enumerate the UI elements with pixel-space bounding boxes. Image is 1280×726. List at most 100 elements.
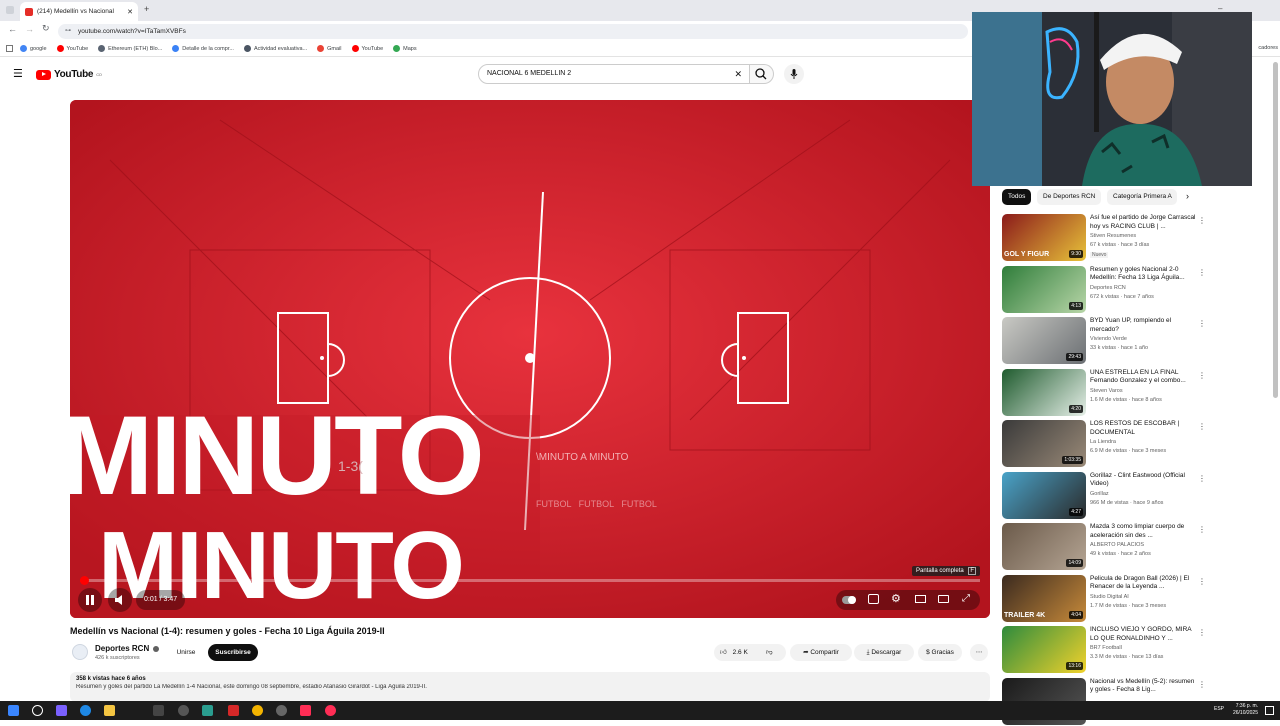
recommendation-item[interactable]: 4:13 Resumen y goles Nacional 2-0 Medellí… [1002,265,1207,314]
youtube-logo[interactable]: YouTube CO [36,69,102,80]
url-field[interactable]: ⊶ youtube.com/watch?v=ITaTamXVBFs [58,24,968,39]
bookmark-item[interactable]: YouTube [351,45,383,52]
recommendation-title[interactable]: Resumen y goles Nacional 2-0 Medellín: F… [1090,266,1198,283]
recommendation-item[interactable]: TRAILER 4K 4:04 Pelicula de Dragon Ball (2… [1002,574,1207,623]
search-button[interactable] [750,64,774,84]
photos-icon[interactable] [202,705,213,716]
miniplayer-icon[interactable] [915,595,926,603]
share-button[interactable]: ➦ Compartir [790,644,852,661]
channel-avatar[interactable] [72,644,88,660]
menu-icon[interactable]: ☰ [13,67,23,80]
video-player[interactable]: MINUTO MINUTO \MINUTO A MINUTO FUTBOL FU… [70,100,990,618]
recommendation-title[interactable]: BYD Yuan UP, rompiendo el mercado? [1090,317,1198,334]
recommendation-channel[interactable]: Gorillaz [1090,491,1109,497]
more-vertical-icon[interactable]: ⋮ [1198,680,1206,689]
recommendation-item[interactable]: 1:03:35 LOS RESTOS DE ESCOBAR | DOCUMENTA… [1002,420,1207,468]
more-vertical-icon[interactable]: ⋮ [1198,422,1206,431]
autoplay-toggle[interactable] [842,596,856,604]
bookmark-item[interactable]: Gmail [317,45,342,52]
more-vertical-icon[interactable]: ⋮ [1198,474,1206,483]
bookmark-item[interactable]: google [20,45,47,52]
more-vertical-icon[interactable]: ⋮ [1198,577,1206,586]
recommendation-item[interactable]: 4:27 Gorillaz - Clint Eastwood (Official … [1002,471,1207,520]
mute-button[interactable] [108,588,132,612]
tiktok-studio-icon[interactable] [300,705,311,716]
recommendation-channel[interactable]: Viviendo Verde [1090,336,1127,342]
recommendation-channel[interactable]: Studio Digital AI [1090,594,1129,600]
chip-deportes-rcn[interactable]: De Deportes RCN [1037,189,1102,205]
more-vertical-icon[interactable]: ⋮ [1198,319,1206,328]
recommendation-channel[interactable]: ALBERTO PALACIOS [1090,542,1144,548]
video-thumbnail[interactable]: 4:13 [1002,265,1086,313]
system-clock[interactable]: 7:36 p. m. 26/10/2025 [1233,703,1258,717]
video-thumbnail[interactable]: TRAILER 4K 4:04 [1002,574,1086,622]
language-indicator[interactable]: ESP [1214,706,1224,712]
bookmark-item[interactable]: Ethereum (ETH) Blo... [98,45,162,52]
video-thumbnail[interactable]: 29:43 [1002,317,1086,364]
recommendation-channel[interactable]: La Liendra [1090,439,1116,445]
bookmark-item[interactable]: Detalle de la compr... [172,45,234,52]
channel-name-row[interactable]: Deportes RCN [95,644,160,653]
voice-search-button[interactable] [784,64,804,84]
video-thumbnail[interactable]: 1:03:35 [1002,420,1086,467]
recommendation-channel[interactable]: BR7 Football [1090,645,1122,651]
page-scrollbar[interactable] [1273,62,1278,398]
recommendation-item[interactable]: 29:43 BYD Yuan UP, rompiendo el mercado? V… [1002,317,1207,365]
clear-search-icon[interactable]: ✕ [734,65,742,83]
recommendation-title[interactable]: Mazda 3 como limpiar cuerpo de aceleraci… [1090,523,1198,540]
recommendation-title[interactable]: LOS RESTOS DE ESCOBAR | DOCUMENTAL [1090,420,1198,437]
more-vertical-icon[interactable]: ⋮ [1198,371,1206,380]
calculator-icon[interactable] [153,705,164,716]
thanks-button[interactable]: $ Gracias [918,644,962,661]
search-taskbar-icon[interactable] [32,705,43,716]
cast-icon[interactable] [938,595,949,603]
recommendation-item[interactable]: GOL Y FIGUR 9:30 Así fue el partido de Jor… [1002,214,1207,262]
bookmark-item[interactable]: YouTube [56,45,88,52]
chip-categoria-primera[interactable]: Categoría Primera A [1107,189,1177,205]
forward-icon[interactable]: → [25,24,34,34]
video-thumbnail[interactable]: 14:09 [1002,523,1086,570]
recommendation-channel[interactable]: Stiven Resumenes [1090,233,1136,239]
bookmark-item[interactable]: Maps [393,45,417,52]
recommendation-channel[interactable]: Deportes RCN [1090,285,1126,291]
like-button[interactable]: 👍︎ 2.6 K [720,649,748,656]
more-vertical-icon[interactable]: ⋮ [1198,216,1206,225]
obs-icon[interactable] [276,705,287,716]
tab-list-icon[interactable] [6,6,14,14]
recommendation-item[interactable]: 4:20 UNA ESTRELLA EN LA FINAL Fernando Go… [1002,368,1207,417]
bookmark-item[interactable]: Actividad evaluativa... [243,45,307,52]
subscribe-button[interactable]: Suscribirse [208,644,258,661]
more-vertical-icon[interactable]: ⋮ [1198,628,1206,637]
video-thumbnail[interactable]: 4:20 [1002,368,1086,416]
edge-icon[interactable] [80,705,91,716]
site-info-icon[interactable]: ⊶ [65,24,71,39]
recommendation-title[interactable]: Nacional vs Medellín (5-2): resumen y go… [1090,678,1198,695]
thumbs-down-icon[interactable]: 👎︎ [766,644,773,661]
reload-icon[interactable]: ↻ [42,23,50,34]
fullscreen-icon[interactable]: ⤢ [962,593,970,604]
app-red-icon[interactable] [228,705,239,716]
chip-all[interactable]: Todos [1002,189,1032,205]
copilot-icon[interactable] [56,705,67,716]
search-input[interactable]: NACIONAL 6 MEDELLIN 2 ✕ [478,64,750,84]
recommendation-title[interactable]: Pelicula de Dragon Ball (2026) | El Rena… [1090,575,1198,592]
recommendation-title[interactable]: Gorillaz - Clint Eastwood (Official Vide… [1090,472,1198,489]
notifications-icon[interactable] [1265,706,1274,715]
recommendation-title[interactable]: INCLUSO VIEJO Y GORDO, MIRA LO QUE RONAL… [1090,626,1198,643]
bookmarks-overflow-label[interactable]: cadores [1258,45,1278,51]
recommendation-channel[interactable]: Steven Varos [1090,388,1123,394]
apps-icon[interactable] [6,45,13,52]
file-explorer-icon[interactable] [104,705,115,716]
recommendation-item[interactable]: 14:09 Mazda 3 como limpiar cuerpo de acel… [1002,523,1207,571]
chrome-icon[interactable] [252,705,263,716]
video-thumbnail[interactable]: GOL Y FIGUR 9:30 [1002,214,1086,261]
browser-tab[interactable]: (214) Medellín vs Nacional ✕ [20,2,138,21]
progress-bar[interactable] [80,579,980,582]
description-box[interactable]: 358 k vistas hace 6 años Resumen y goles… [70,672,990,702]
download-button[interactable]: ⤓ Descargar [854,644,914,661]
clock-icon[interactable] [178,705,189,716]
pause-button[interactable] [78,588,102,612]
recommendation-title[interactable]: UNA ESTRELLA EN LA FINAL Fernando Gonzal… [1090,369,1198,386]
subtitles-icon[interactable] [868,594,879,604]
video-thumbnail[interactable]: 4:27 [1002,471,1086,519]
